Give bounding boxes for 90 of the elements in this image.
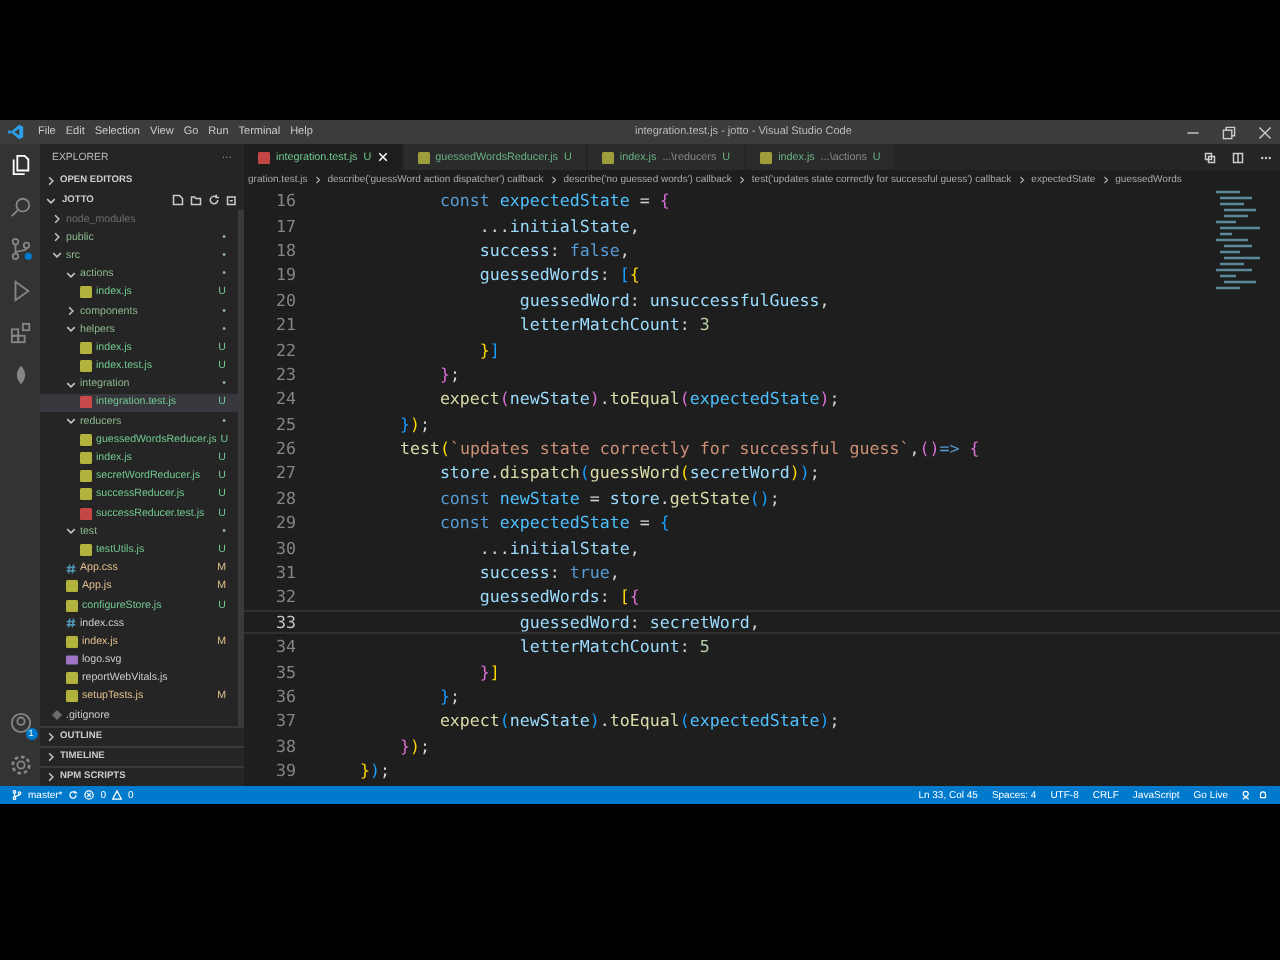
new-folder-icon[interactable]	[190, 194, 202, 206]
code-line: const newState = store.getState();	[437, 487, 780, 508]
refresh-icon[interactable]	[208, 194, 220, 206]
code-line: }]	[477, 661, 500, 682]
code-line: letterMatchCount: 3	[517, 314, 710, 335]
code-line: expect(newState).toEqual(expectedState);	[437, 388, 840, 409]
split-editor-icon[interactable]	[1232, 151, 1244, 163]
code-line: ...initialState,	[477, 537, 640, 558]
chevron-down-icon	[46, 195, 56, 205]
settings-icon[interactable]	[9, 754, 31, 776]
line-number: 35	[274, 661, 296, 682]
line-number: 27	[274, 462, 296, 483]
line-number: 22	[274, 339, 296, 360]
code-line: });	[397, 413, 430, 434]
line-number: 26	[274, 438, 296, 459]
sync-icon[interactable]	[68, 790, 79, 800]
code-line: }]	[477, 339, 500, 360]
code-line: guessedWords: [{	[477, 264, 640, 285]
js-file-icon	[417, 151, 430, 163]
close-icon[interactable]	[1258, 125, 1272, 139]
code-line: guessedWords: [{	[477, 586, 640, 607]
chevron-down-icon	[66, 416, 76, 427]
line-number: 36	[274, 686, 296, 706]
js-file-icon	[80, 543, 92, 556]
run-debug-icon[interactable]	[9, 280, 31, 302]
code-line: const expectedState = {	[437, 512, 670, 533]
code-line: test(`updates state correctly for successful guess`,()=> {	[397, 438, 980, 459]
line-number: 17	[274, 215, 296, 236]
code-line: };	[437, 686, 460, 706]
line-number: 29	[274, 512, 296, 533]
code-line: success: true,	[477, 562, 620, 583]
branch-icon	[12, 790, 22, 800]
code-line: letterMatchCount: 5	[517, 636, 710, 657]
search-icon[interactable]	[9, 196, 31, 218]
line-number: 30	[274, 537, 296, 558]
files-icon[interactable]	[9, 154, 31, 176]
more-icon[interactable]	[1260, 151, 1272, 163]
image-file-icon	[66, 654, 78, 667]
line-number: 21	[274, 314, 296, 335]
person-icon	[9, 712, 31, 734]
hash-icon	[66, 563, 76, 574]
line-number: 20	[274, 289, 296, 310]
hash-icon	[66, 618, 76, 629]
line-number: 39	[274, 760, 296, 781]
code-line: });	[397, 735, 430, 756]
js-file-icon	[760, 151, 773, 163]
code-line: ...initialState,	[477, 215, 640, 236]
extensions-icon[interactable]	[9, 322, 31, 344]
line-number: 33	[274, 611, 296, 632]
line-number: 23	[274, 363, 296, 384]
line-number: 18	[274, 239, 296, 260]
bell-icon[interactable]	[1258, 790, 1268, 800]
js-file-icon	[80, 286, 92, 299]
feedback-icon[interactable]	[1242, 790, 1252, 800]
new-file-icon[interactable]	[172, 194, 184, 206]
line-number: 24	[274, 388, 296, 409]
line-number: 34	[274, 636, 296, 657]
line-number: 25	[274, 413, 296, 434]
line-number: 31	[274, 562, 296, 583]
code-line: guessedWord: secretWord,	[517, 611, 760, 632]
chevron-down-icon	[66, 324, 76, 335]
line-number: 19	[274, 264, 296, 285]
error-icon	[84, 790, 95, 800]
line-number: 37	[274, 710, 296, 731]
code-line: expect(newState).toEqual(expectedState);	[437, 710, 840, 731]
app-logo-icon	[8, 124, 24, 140]
restore-icon[interactable]	[1222, 125, 1236, 139]
line-number: 28	[274, 487, 296, 508]
compare-icon[interactable]	[1204, 151, 1216, 163]
collapse-icon[interactable]	[226, 194, 238, 206]
code-line: store.dispatch(guessWord(secretWord));	[437, 462, 820, 483]
js-file-icon	[66, 635, 78, 648]
code-line: const expectedState = {	[437, 190, 670, 211]
diamond-icon	[52, 710, 62, 721]
line-number: 16	[274, 190, 296, 211]
chevron-down-icon	[66, 526, 76, 537]
js-file-icon	[258, 151, 270, 163]
line-number: 38	[274, 735, 296, 756]
chevron-right-icon	[46, 175, 56, 185]
code-line: };	[437, 363, 460, 384]
js-file-icon	[601, 151, 614, 163]
code-line: success: false,	[477, 239, 630, 260]
warning-icon	[112, 790, 123, 800]
code-line: guessedWord: unsuccessfulGuess,	[517, 289, 830, 310]
chevron-right-icon	[66, 306, 76, 317]
line-number: 32	[274, 586, 296, 607]
js-file-icon	[80, 396, 92, 409]
source-control-icon[interactable]	[9, 238, 31, 260]
code-line: });	[357, 760, 390, 781]
chevron-down-icon	[66, 379, 76, 390]
